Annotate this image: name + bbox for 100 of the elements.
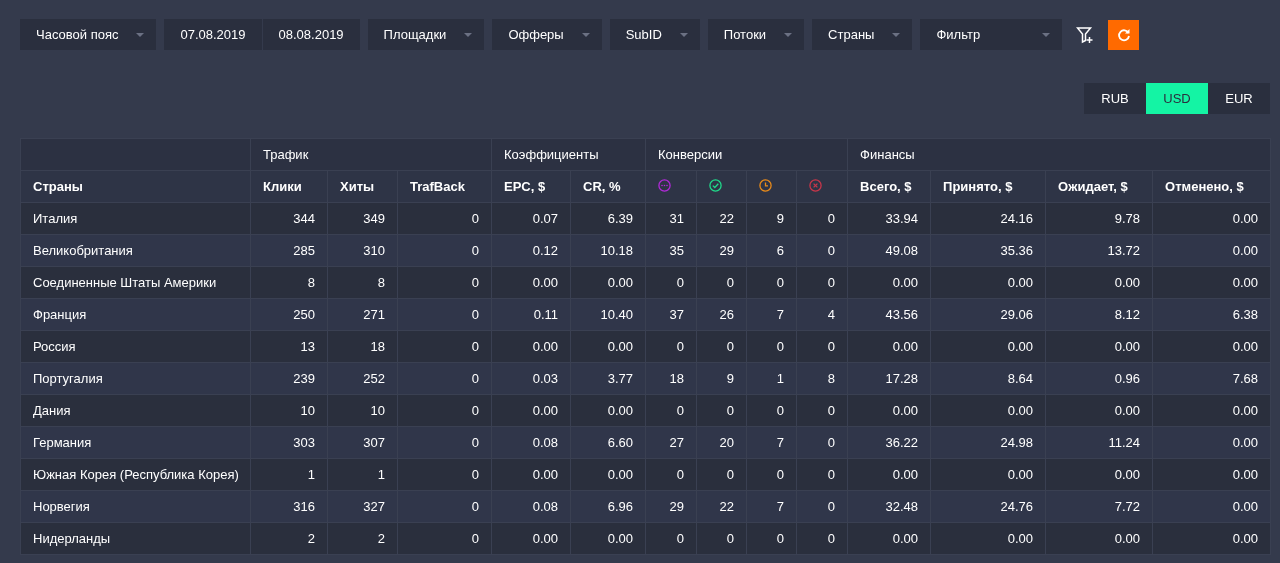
table-cell: 43.56 xyxy=(847,298,931,331)
table-cell: 26 xyxy=(696,298,747,331)
column-header: Клики xyxy=(250,170,328,203)
currency-tab[interactable]: USD xyxy=(1146,83,1208,114)
table-cell: 303 xyxy=(250,426,328,459)
table-cell: 8.64 xyxy=(930,362,1046,395)
date-field[interactable]: 08.08.2019 xyxy=(262,19,360,50)
table-cell: 6.96 xyxy=(570,490,646,523)
table-cell: 0.00 xyxy=(491,266,571,299)
table-cell: 32.48 xyxy=(847,490,931,523)
table-cell: 0 xyxy=(746,266,797,299)
table-cell: 20 xyxy=(696,426,747,459)
table-cell: Южная Корея (Республика Корея) xyxy=(20,458,251,491)
table-cell: 0 xyxy=(397,490,492,523)
refresh-icon xyxy=(1116,27,1131,42)
table-cell: 2 xyxy=(250,522,328,555)
group-header: Финансы xyxy=(847,138,1271,171)
table-cell: 3.77 xyxy=(570,362,646,395)
table-cell: 1 xyxy=(327,458,398,491)
column-header: Отменено, $ xyxy=(1152,170,1271,203)
table-cell: 0.00 xyxy=(570,394,646,427)
table-cell: 0 xyxy=(645,458,697,491)
table-cell: Соединенные Штаты Америки xyxy=(20,266,251,299)
table-cell: 0 xyxy=(696,458,747,491)
table-cell: 0.00 xyxy=(847,394,931,427)
column-header: Принято, $ xyxy=(930,170,1046,203)
table-cell: 344 xyxy=(250,202,328,235)
table-cell: Германия xyxy=(20,426,251,459)
check-circle-icon xyxy=(709,178,723,192)
table-cell: 10 xyxy=(327,394,398,427)
table-cell: 7 xyxy=(746,426,797,459)
table-cell: 7.72 xyxy=(1045,490,1153,523)
table-cell: 6 xyxy=(746,234,797,267)
table-cell: Дания xyxy=(20,394,251,427)
table-cell: 10.18 xyxy=(570,234,646,267)
caret-icon xyxy=(136,32,145,37)
dropdown[interactable]: Страны xyxy=(812,19,913,50)
table-cell: 0 xyxy=(397,330,492,363)
table-cell: Португалия xyxy=(20,362,251,395)
table-cell: 0 xyxy=(397,234,492,267)
dropdown[interactable]: Фильтр xyxy=(920,19,1063,50)
table-cell: 29 xyxy=(696,234,747,267)
table-cell: 0.00 xyxy=(1152,330,1271,363)
dropdown[interactable]: Офферы xyxy=(492,19,602,50)
caret-icon xyxy=(1042,32,1051,37)
table-cell: 10.40 xyxy=(570,298,646,331)
table-cell: 1 xyxy=(746,362,797,395)
caret-icon xyxy=(679,32,688,37)
table-cell: 310 xyxy=(327,234,398,267)
table-cell: 0.00 xyxy=(1152,490,1271,523)
table-cell: 0.00 xyxy=(930,458,1046,491)
column-header: TrafBack xyxy=(397,170,492,203)
table-cell: 37 xyxy=(645,298,697,331)
table-cell: 24.76 xyxy=(930,490,1046,523)
table-cell: 18 xyxy=(327,330,398,363)
table-cell: 7 xyxy=(746,490,797,523)
date-field[interactable]: 07.08.2019 xyxy=(164,19,262,50)
table-cell: 8 xyxy=(327,266,398,299)
dropdown[interactable]: Потоки xyxy=(707,19,805,50)
refresh-button[interactable] xyxy=(1108,19,1140,50)
table-cell: 24.98 xyxy=(930,426,1046,459)
currency-tab[interactable]: RUB xyxy=(1084,83,1146,114)
table-cell: 239 xyxy=(250,362,328,395)
table-cell: 0 xyxy=(397,394,492,427)
table-cell: 4 xyxy=(796,298,848,331)
table-cell: 9 xyxy=(696,362,747,395)
table-cell: 1 xyxy=(250,458,328,491)
table-cell: 0 xyxy=(696,394,747,427)
table-cell: 0 xyxy=(796,234,848,267)
column-header: Всего, $ xyxy=(847,170,931,203)
table-cell: 9 xyxy=(746,202,797,235)
table-cell: 13 xyxy=(250,330,328,363)
table-cell: 0 xyxy=(746,458,797,491)
table-cell: 0.96 xyxy=(1045,362,1153,395)
dropdown[interactable]: Часовой пояс xyxy=(20,19,157,50)
table-cell: 0.00 xyxy=(1045,394,1153,427)
dropdown[interactable]: Площадки xyxy=(367,19,485,50)
table-cell: 271 xyxy=(327,298,398,331)
table-cell: 0.00 xyxy=(847,266,931,299)
table-cell: 29.06 xyxy=(930,298,1046,331)
table-cell: 0.00 xyxy=(1152,426,1271,459)
filter-add-icon[interactable] xyxy=(1076,25,1095,44)
table-cell: 6.60 xyxy=(570,426,646,459)
table-cell: 2 xyxy=(327,522,398,555)
table-cell: 10 xyxy=(250,394,328,427)
table-cell: 0.00 xyxy=(491,522,571,555)
table-cell: 8.12 xyxy=(1045,298,1153,331)
table-cell: 285 xyxy=(250,234,328,267)
table-cell: 0.00 xyxy=(930,522,1046,555)
table-cell: 0.00 xyxy=(847,458,931,491)
table-cell: 0 xyxy=(796,266,848,299)
table-cell: 9.78 xyxy=(1045,202,1153,235)
table-cell: 0.00 xyxy=(1045,458,1153,491)
dropdown[interactable]: SubID xyxy=(609,19,700,50)
currency-tab[interactable]: EUR xyxy=(1208,83,1270,114)
table-cell: 0 xyxy=(645,522,697,555)
group-header: Конверсии xyxy=(645,138,848,171)
group-header: Коэффициенты xyxy=(491,138,646,171)
table-cell: 0.00 xyxy=(570,522,646,555)
table-cell: 0 xyxy=(746,330,797,363)
